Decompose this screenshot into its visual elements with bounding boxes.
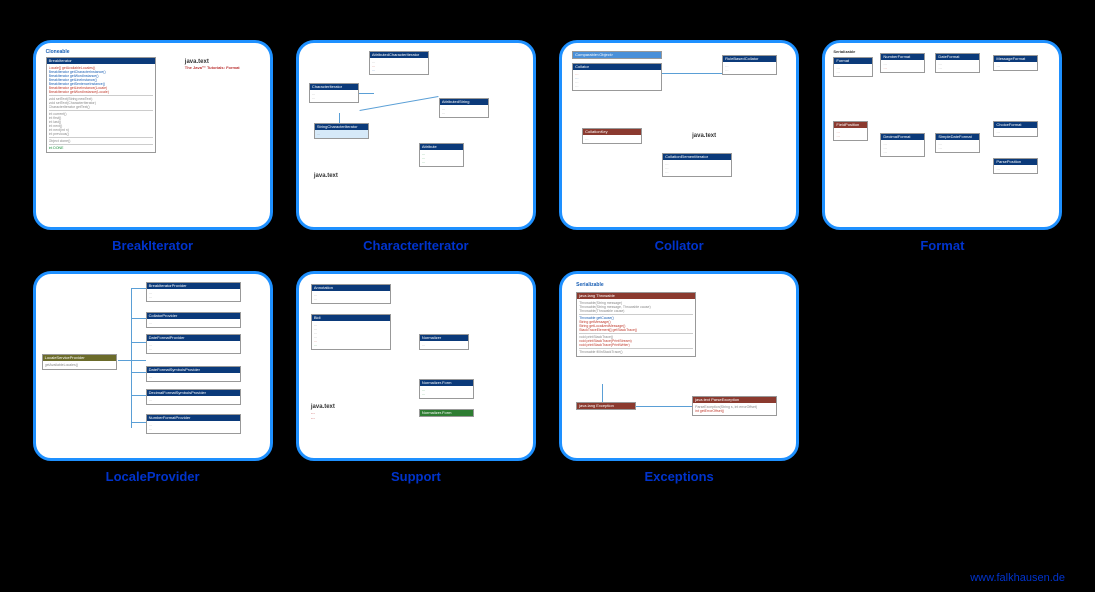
class-body: Locale[] getAvailableLocales() BreakIter… [47,64,155,152]
package-label: java.text [692,133,716,139]
card-caption: BreakIterator [112,238,193,253]
card-thumb: Cloneable BreakIterator Locale[] getAvai… [33,40,273,230]
card-caption: Collator [655,238,704,253]
card-thumb: Comparable<Object> Collator ………… RuleBas… [559,40,799,230]
thumbnail-grid: Cloneable BreakIterator Locale[] getAvai… [0,0,1095,494]
package-label: java.text … … [311,404,335,420]
card-exceptions[interactable]: Serializable java.lang Throwable Throwab… [557,271,802,484]
card-breakiterator[interactable]: Cloneable BreakIterator Locale[] getAvai… [30,40,275,253]
card-caption: CharacterIterator [363,238,469,253]
card-caption: Support [391,469,441,484]
card-thumb: LocaleServiceProvider getAvailableLocale… [33,271,273,461]
package-label: java.text The Java™ Tutorials: Format [185,59,240,70]
card-format[interactable]: Serializable Format …… NumberFormat …… D… [820,40,1065,253]
card-collator[interactable]: Comparable<Object> Collator ………… RuleBas… [557,40,802,253]
card-characteriterator[interactable]: AttributedCharacterIterator ……… Characte… [293,40,538,253]
card-caption: LocaleProvider [106,469,200,484]
card-support[interactable]: Annotation …… Bidi ……………… Normalizer … N… [293,271,538,484]
card-thumb: Serializable java.lang Throwable Throwab… [559,271,799,461]
card-caption: Exceptions [644,469,713,484]
card-thumb: AttributedCharacterIterator ……… Characte… [296,40,536,230]
card-thumb: Serializable Format …… NumberFormat …… D… [822,40,1062,230]
card-localeprovider[interactable]: LocaleServiceProvider getAvailableLocale… [30,271,275,484]
card-thumb: Annotation …… Bidi ……………… Normalizer … N… [296,271,536,461]
cloneable-label: Cloneable [46,49,70,55]
card-caption: Format [920,238,964,253]
package-label: java.text [314,173,338,179]
serializable-label: Serializable [576,282,604,288]
footer-link[interactable]: www.falkhausen.de [970,572,1065,584]
